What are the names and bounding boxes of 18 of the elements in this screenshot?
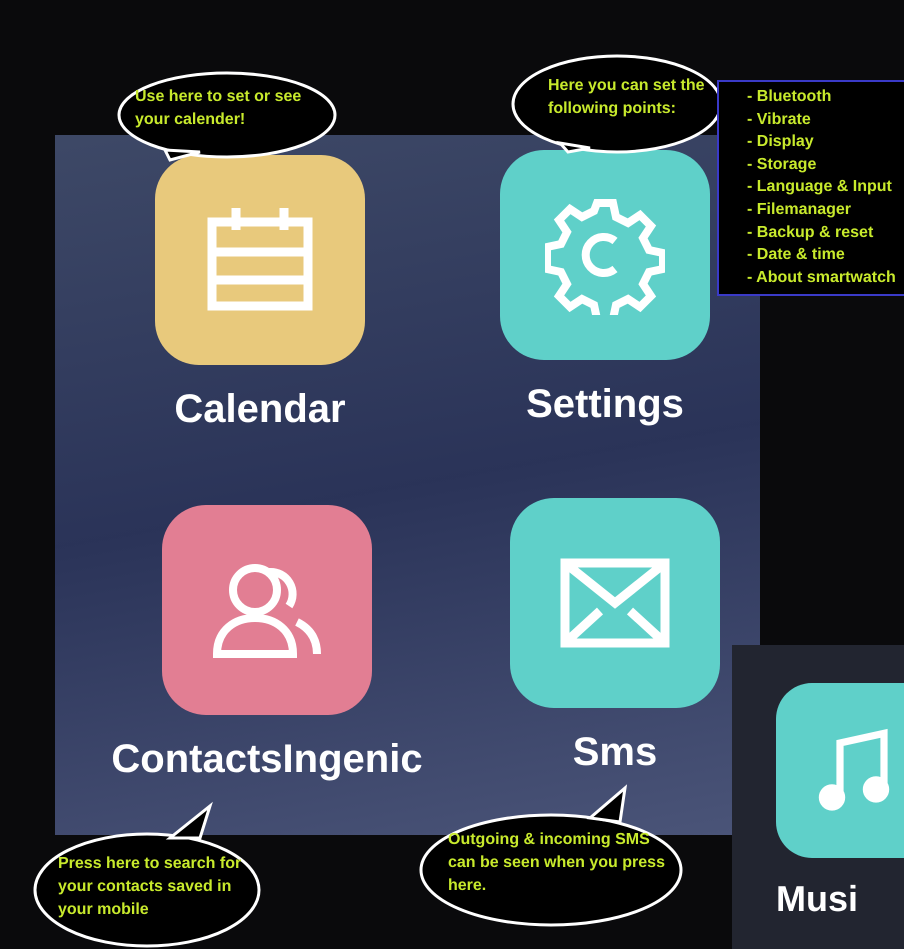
list-item: - Bluetooth — [747, 87, 832, 107]
app-label: Sms — [572, 730, 658, 775]
list-item: - Filemanager — [747, 200, 852, 220]
callout-text: Here you can set the following points: — [548, 76, 706, 119]
list-item: - Date & time — [747, 245, 846, 266]
callout-text: Outgoing & incoming SMS can be seen when you press here. — [448, 830, 666, 896]
list-item: - Backup & reset — [747, 222, 874, 243]
list-item: - About smartwatch — [747, 268, 897, 288]
callout-text: Press here to search for your contacts saved in your mobile — [58, 854, 242, 920]
list-item: - Display — [747, 132, 815, 152]
list-item: - Storage — [747, 154, 818, 175]
app-label: Musi — [776, 878, 858, 920]
list-item: - Language & Input — [747, 177, 893, 198]
callout-text: Use here to set or see your calender! — [135, 87, 302, 130]
app-label: Calendar — [174, 387, 346, 432]
app-label: ContactsIngenic — [111, 737, 423, 782]
list-item: - Vibrate — [747, 110, 812, 130]
app-label: Settings — [526, 382, 684, 427]
